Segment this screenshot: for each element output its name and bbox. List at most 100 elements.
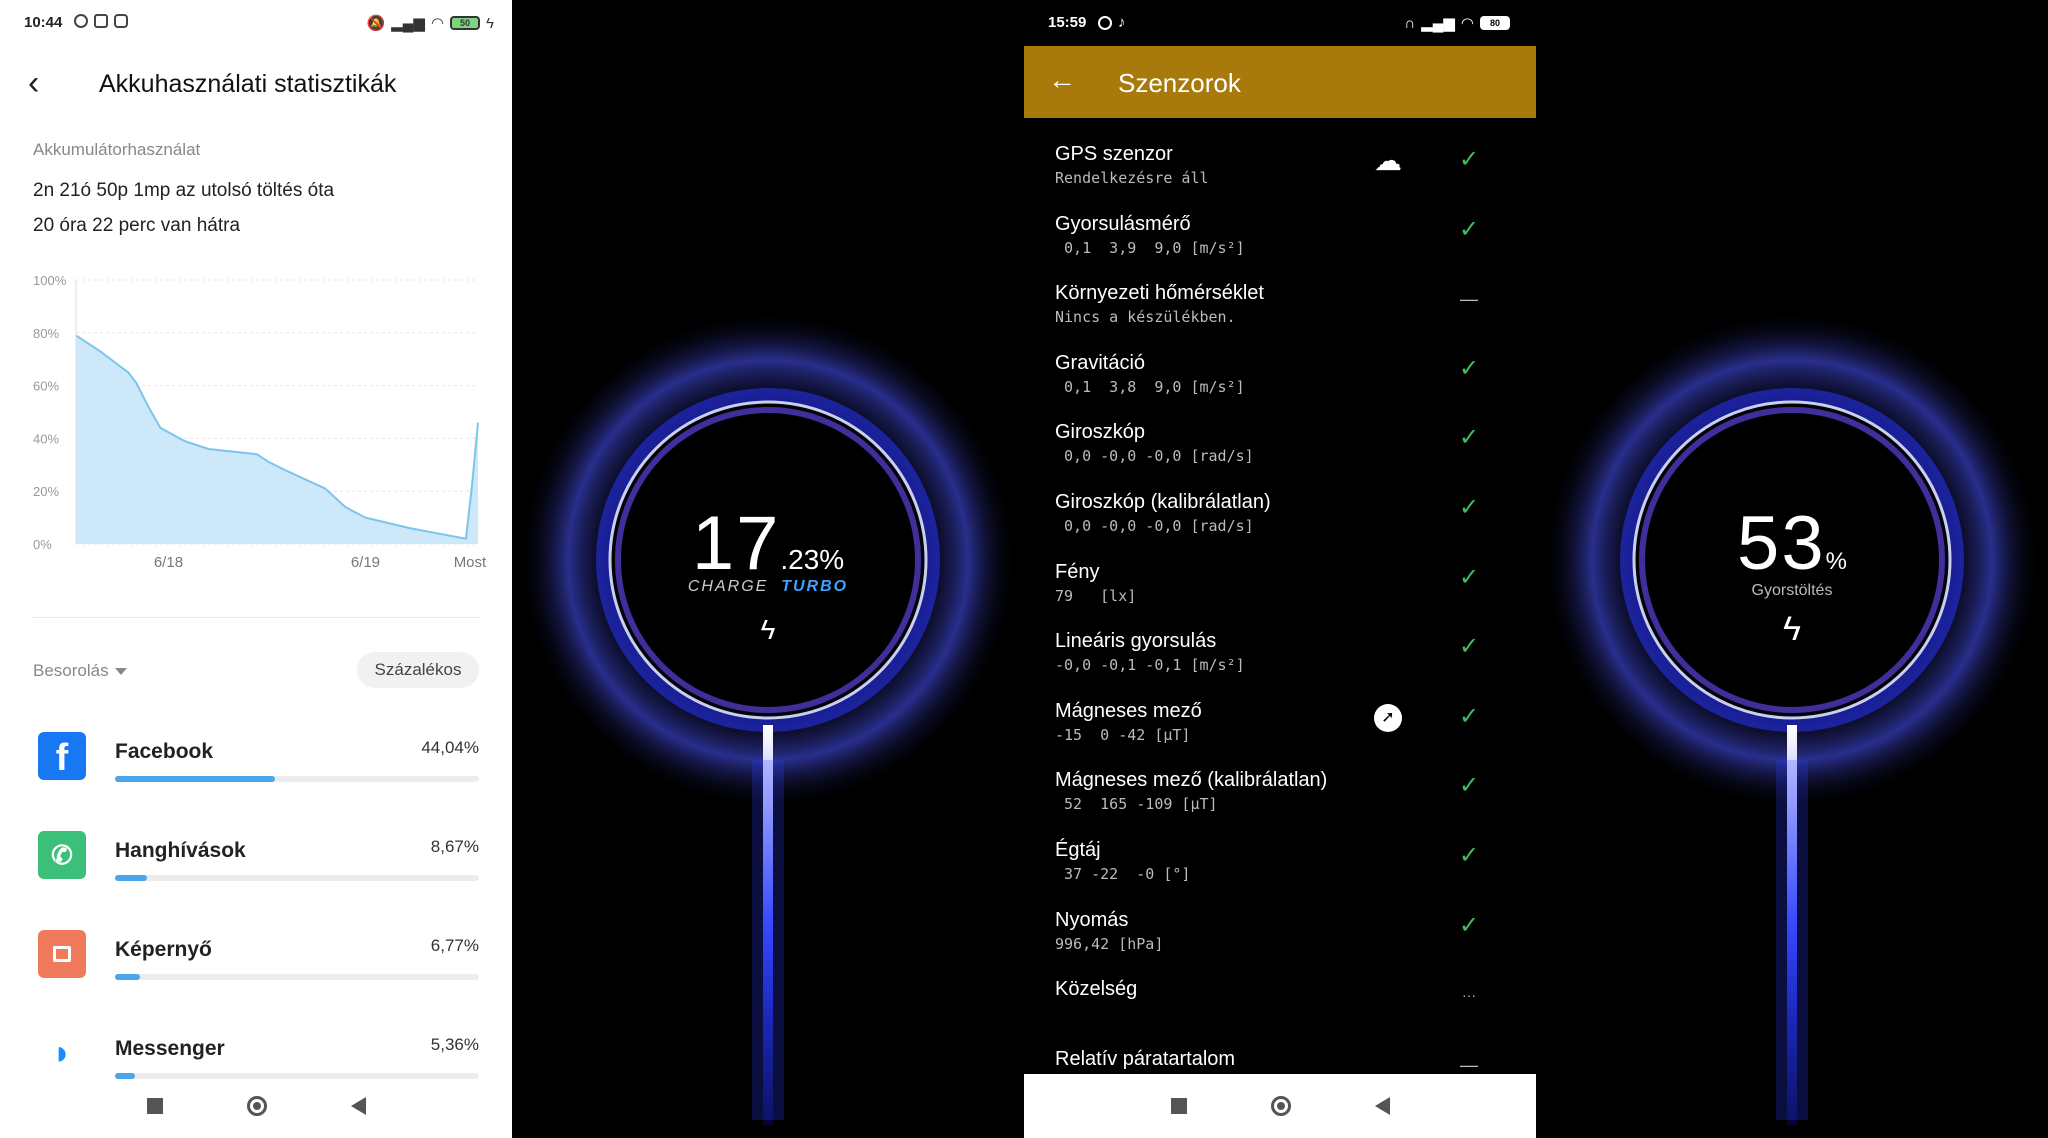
app-percent: 6,77% [430, 936, 479, 955]
energy-beam-glow [1776, 760, 1808, 1120]
divider [33, 617, 479, 618]
sensor-value: 0,0 -0,0 -0,0 [rad/s] [1055, 447, 1254, 466]
sort-dropdown[interactable]: Besorolás [33, 661, 127, 681]
charging-icon: ϟ [486, 14, 494, 32]
lightning-icon: ϟ [1783, 610, 1801, 648]
tiktok-notification-icon: ♪ [1118, 14, 1126, 31]
charge-percent: 53% [1536, 500, 2048, 587]
system-icons: ∩ ▂▄▆ ◠ 80 [1404, 14, 1510, 32]
status-time: 15:59 [1048, 14, 1087, 31]
sensor-row[interactable]: Lineáris gyorsulás -0,0 -0,1 -0,1 [m/s²] ✓ [1024, 630, 1536, 699]
more-icon: ··· [1462, 987, 1476, 1004]
usage-bar-fill [115, 974, 140, 980]
since-charge-text: 2n 21ó 50p 1mp az utolsó töltés óta [33, 180, 335, 201]
y-tick-label: 60% [33, 379, 59, 394]
recents-button[interactable] [1170, 1098, 1187, 1114]
messenger-notification-icon [74, 14, 88, 28]
status-time: 10:44 [24, 14, 63, 31]
notification-icons [74, 14, 128, 28]
check-icon: ✓ [1458, 911, 1480, 939]
sensor-row[interactable]: Gravitáció 0,1 3,8 9,0 [m/s²] ✓ [1024, 352, 1536, 421]
percent-toggle-button[interactable]: Százalékos [357, 652, 479, 688]
check-icon: ✓ [1458, 563, 1480, 591]
back-nav-button[interactable] [350, 1097, 366, 1115]
sensor-name: Mágneses mező (kalibrálatlan) [1055, 769, 1328, 792]
y-tick-label: 0% [33, 537, 52, 552]
percent-integer: 17 [691, 501, 781, 586]
wifi-icon: ◠ [430, 15, 445, 32]
sensor-row[interactable]: Nyomás 996,42 [hPa] ✓ [1024, 909, 1536, 978]
usage-bar-fill [115, 776, 276, 782]
spotify-notification-icon [1098, 15, 1112, 30]
sensor-value: 37 -22 -0 [°] [1055, 865, 1191, 883]
messenger-icon: ◗ [38, 1029, 86, 1077]
sensor-value: 0,0 -0,0 -0,0 [rad/s] [1055, 517, 1254, 535]
app-bar: ← Szenzorok [1024, 46, 1536, 118]
sensor-name: Égtáj [1055, 839, 1101, 861]
y-tick-label: 20% [33, 484, 59, 499]
charge-percent: 17.23% [512, 500, 1024, 587]
cloud-download-icon[interactable]: ☁ [1374, 147, 1402, 175]
home-button[interactable] [1270, 1096, 1291, 1116]
y-tick-label: 100% [33, 273, 67, 288]
x-tick-label: Most [454, 554, 487, 571]
sensor-name: Környezeti hőmérséklet [1055, 282, 1264, 305]
sensor-name: Közelség [1055, 978, 1138, 1001]
check-icon: ✓ [1458, 842, 1480, 869]
compass-icon[interactable]: ➚ [1374, 703, 1402, 732]
sensors-screen: 15:59 ♪ ∩ ▂▄▆ ◠ 80 ← Szenzorok GPS szenz… [1024, 0, 1536, 1138]
recents-button[interactable] [146, 1098, 163, 1114]
x-tick-label: 6/19 [351, 554, 380, 571]
headphones-icon: ∩ [1404, 14, 1416, 32]
sensor-row[interactable]: Mágneses mező -15 0 -42 [μT] ➚ ✓ [1024, 700, 1536, 769]
sensor-row[interactable]: Közelség ··· [1024, 978, 1536, 1047]
wifi-icon: ◠ [1460, 15, 1474, 32]
sensor-row[interactable]: Környezeti hőmérséklet Nincs a készülékbe… [1024, 282, 1536, 351]
sensor-value: 0,1 3,9 9,0 [m/s²] [1055, 238, 1245, 257]
signal-icon: ▂▄▆ [1421, 15, 1455, 32]
lightning-icon: ϟ [760, 614, 776, 645]
status-bar: 15:59 ♪ ∩ ▂▄▆ ◠ 80 [1024, 0, 1536, 46]
back-button[interactable]: ‹ [28, 66, 39, 100]
sensor-name: Nyomás [1055, 908, 1129, 931]
app-name: Képernyő [115, 938, 212, 961]
sensor-value: Rendelkezésre áll [1055, 169, 1209, 187]
back-arrow-button[interactable]: ← [1048, 64, 1076, 96]
sensor-row[interactable]: GPS szenzor Rendelkezésre áll ☁ ✓ [1024, 143, 1536, 212]
sensor-row[interactable]: Égtáj 37 -22 -0 [°] ✓ [1024, 839, 1536, 908]
sensor-name: Giroszkóp (kalibrálatlan) [1055, 491, 1271, 513]
back-nav-button[interactable] [1374, 1097, 1390, 1115]
sensor-row[interactable]: Mágneses mező (kalibrálatlan) 52 165 -10… [1024, 769, 1536, 838]
page-title: Akkuhasználati statisztikák [99, 70, 397, 98]
sensor-row[interactable]: Fény 79 [lx] ✓ [1024, 561, 1536, 630]
check-icon: ✓ [1458, 215, 1480, 243]
sensor-name: GPS szenzor [1055, 143, 1173, 165]
sensor-row[interactable]: Giroszkóp (kalibrálatlan) 0,0 -0,0 -0,0 … [1024, 491, 1536, 560]
sensor-name: Gyorsulásmérő [1055, 212, 1191, 235]
app-percent: 8,67% [430, 837, 479, 856]
app-row[interactable]: ✆ Hanghívások 8,67% [0, 827, 512, 917]
check-icon: ✓ [1458, 354, 1480, 382]
battery-icon: 80 [1480, 16, 1510, 30]
charging-screen-fast: 53% Gyorstöltés ϟ [1536, 0, 2048, 1138]
instagram-notification-icon [114, 14, 128, 28]
check-icon: ✓ [1458, 494, 1480, 521]
sensor-row[interactable]: Gyorsulásmérő 0,1 3,9 9,0 [m/s²] ✓ [1024, 213, 1536, 282]
sensor-row[interactable]: Giroszkóp 0,0 -0,0 -0,0 [rad/s] ✓ [1024, 421, 1536, 490]
app-name: Messenger [115, 1037, 225, 1060]
battery-area [76, 335, 478, 544]
battery-stats-screen: 10:44 🔕 ▂▄▆ ◠ 50 ϟ ‹ Akkuhasználati stat… [0, 0, 512, 1138]
check-icon: ✓ [1458, 424, 1480, 452]
percent-sign: % [1825, 548, 1847, 575]
sort-label: Besorolás [33, 661, 109, 680]
home-button[interactable] [246, 1096, 267, 1116]
sensor-value: 996,42 [hPa] [1055, 934, 1164, 953]
app-row[interactable]: Képernyő 6,77% [0, 926, 512, 1016]
sensor-name: Mágneses mező [1055, 699, 1202, 722]
check-icon: ✓ [1458, 772, 1480, 800]
check-icon: ✓ [1458, 146, 1480, 173]
fast-charge-label: Gyorstöltés [1751, 582, 1833, 599]
check-icon: ✓ [1458, 702, 1480, 730]
remaining-text: 20 óra 22 perc van hátra [33, 215, 241, 236]
app-row[interactable]: f Facebook 44,04% [0, 728, 512, 818]
